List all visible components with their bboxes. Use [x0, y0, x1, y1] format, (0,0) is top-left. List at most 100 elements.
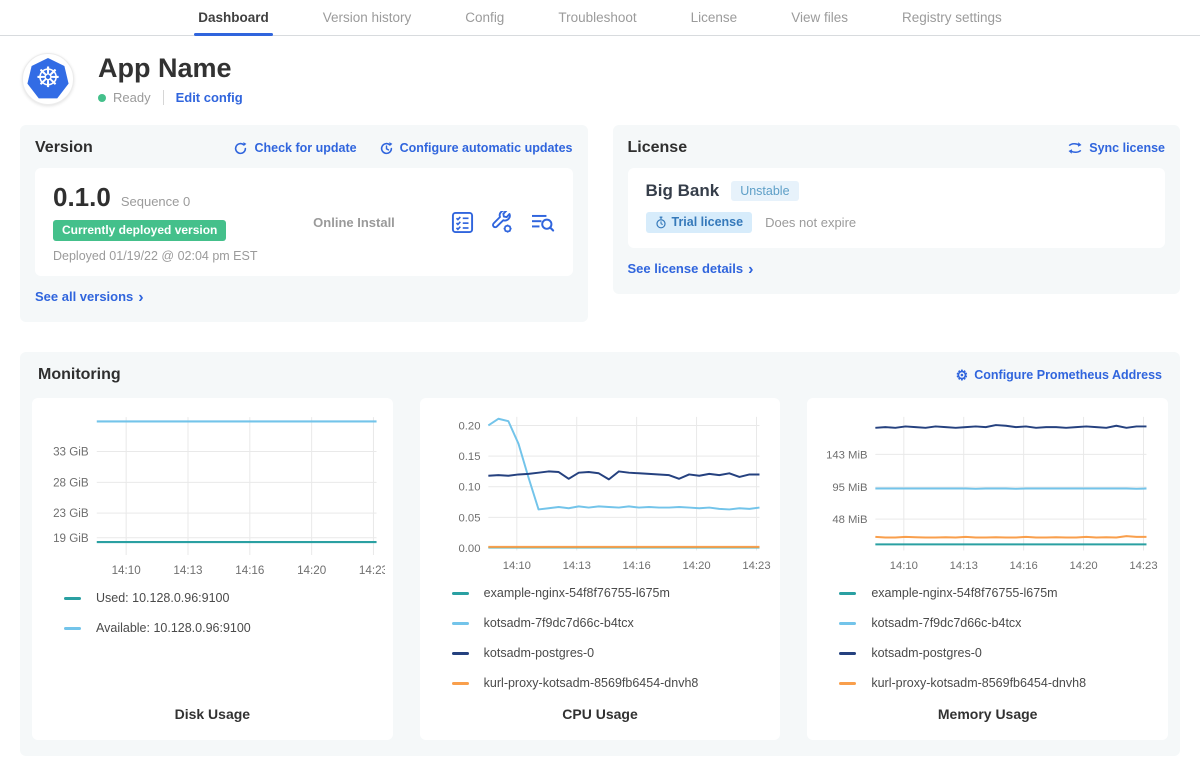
current-version-card: 0.1.0 Sequence 0 Currently deployed vers…: [35, 168, 573, 276]
tab-license[interactable]: License: [687, 0, 742, 35]
version-section: Version Check for update Configure au: [20, 125, 588, 322]
legend-color-dash: [839, 652, 856, 655]
configure-prometheus-link[interactable]: ⚙ Configure Prometheus Address: [956, 368, 1162, 382]
sync-license-link[interactable]: Sync license: [1067, 141, 1165, 155]
legend-item: Available: 10.128.0.96:9100: [64, 621, 385, 635]
svg-text:14:23: 14:23: [742, 560, 770, 572]
tab-troubleshoot[interactable]: Troubleshoot: [554, 0, 640, 35]
memory-legend: example-nginx-54f8f76755-l675m kotsadm-7f…: [815, 586, 1160, 706]
chart-card-cpu: 0.200.150.100.050.0014:1014:1314:1614:20…: [420, 398, 781, 740]
svg-text:19 GiB: 19 GiB: [53, 532, 89, 545]
top-nav: Dashboard Version history Config Troublesho…: [0, 0, 1200, 36]
deployed-badge: Currently deployed version: [53, 220, 226, 241]
configure-prometheus-label: Configure Prometheus Address: [974, 368, 1162, 382]
legend-color-dash: [452, 592, 469, 595]
app-logo: ☸: [22, 53, 74, 105]
deployed-timestamp: Deployed 01/19/22 @ 02:04 pm EST: [53, 249, 257, 263]
legend-item: example-nginx-54f8f76755-l675m: [452, 586, 773, 600]
deploy-logs-icon[interactable]: [530, 212, 555, 233]
svg-text:0.10: 0.10: [458, 482, 480, 494]
legend-color-dash: [839, 682, 856, 685]
cards-row: Version Check for update Configure au: [0, 125, 1200, 322]
stopwatch-icon: [655, 216, 667, 229]
trial-license-label: Trial license: [672, 215, 744, 229]
svg-text:14:13: 14:13: [173, 564, 202, 577]
chart-title: Memory Usage: [815, 706, 1160, 726]
legend-item: Used: 10.128.0.96:9100: [64, 591, 385, 605]
svg-text:14:10: 14:10: [890, 560, 918, 572]
legend-item: kotsadm-postgres-0: [839, 646, 1160, 660]
chart-card-memory: 143 MiB95 MiB48 MiB14:1014:1314:1614:201…: [807, 398, 1168, 740]
legend-color-dash: [64, 597, 81, 600]
tab-config[interactable]: Config: [461, 0, 508, 35]
svg-text:14:10: 14:10: [112, 564, 142, 577]
legend-label: example-nginx-54f8f76755-l675m: [871, 586, 1057, 600]
legend-color-dash: [452, 682, 469, 685]
chart-title: Disk Usage: [40, 706, 385, 726]
clock-refresh-icon: [379, 141, 394, 156]
svg-text:143 MiB: 143 MiB: [826, 449, 867, 461]
license-expiry: Does not expire: [765, 215, 856, 230]
svg-text:0.20: 0.20: [458, 420, 480, 432]
svg-text:14:16: 14:16: [622, 560, 650, 572]
tab-dashboard[interactable]: Dashboard: [194, 0, 273, 35]
divider: [163, 90, 164, 105]
svg-text:14:20: 14:20: [297, 564, 327, 577]
app-title: App Name: [98, 53, 243, 84]
config-wrench-icon[interactable]: [490, 211, 514, 235]
svg-text:28 GiB: 28 GiB: [53, 476, 89, 489]
svg-text:0.05: 0.05: [458, 512, 480, 524]
legend-label: example-nginx-54f8f76755-l675m: [484, 586, 670, 600]
configure-automatic-updates-link[interactable]: Configure automatic updates: [379, 141, 573, 156]
trial-license-badge: Trial license: [646, 212, 753, 233]
legend-label: Used: 10.128.0.96:9100: [96, 591, 229, 605]
edit-config-link[interactable]: Edit config: [176, 90, 243, 105]
chart-card-disk: 33 GiB28 GiB23 GiB19 GiB14:1014:1314:161…: [32, 398, 393, 740]
svg-text:14:16: 14:16: [1010, 560, 1038, 572]
check-for-update-link[interactable]: Check for update: [233, 141, 356, 156]
tab-registry-settings[interactable]: Registry settings: [898, 0, 1006, 35]
customer-name: Big Bank: [646, 181, 720, 201]
svg-text:23 GiB: 23 GiB: [53, 507, 89, 520]
version-heading: Version: [35, 139, 93, 157]
legend-label: kotsadm-7f9dc7d66c-b4tcx: [871, 616, 1021, 630]
legend-label: Available: 10.128.0.96:9100: [96, 621, 251, 635]
legend-color-dash: [64, 627, 81, 630]
monitoring-section: Monitoring ⚙ Configure Prometheus Addres…: [20, 352, 1180, 756]
refresh-icon: [233, 141, 248, 156]
kubernetes-wheel-icon: ☸: [35, 64, 60, 92]
version-sequence: Sequence 0: [121, 194, 190, 209]
see-license-details-link[interactable]: See license details: [628, 261, 754, 276]
license-card: Big Bank Unstable Trial license Does not…: [628, 168, 1166, 248]
tab-view-files[interactable]: View files: [787, 0, 852, 35]
legend-item: kotsadm-7f9dc7d66c-b4tcx: [452, 616, 773, 630]
svg-text:14:13: 14:13: [562, 560, 590, 572]
legend-item: kurl-proxy-kotsadm-8569fb6454-dnvh8: [452, 676, 773, 690]
svg-text:0.00: 0.00: [458, 543, 480, 555]
svg-text:14:20: 14:20: [682, 560, 710, 572]
legend-color-dash: [452, 622, 469, 625]
legend-color-dash: [839, 622, 856, 625]
svg-text:14:23: 14:23: [359, 564, 385, 577]
channel-badge: Unstable: [731, 181, 798, 201]
tab-version-history[interactable]: Version history: [319, 0, 416, 35]
gear-icon: ⚙: [956, 368, 969, 382]
disk-chart: 33 GiB28 GiB23 GiB19 GiB14:1014:1314:161…: [40, 411, 385, 583]
app-status: Ready: [113, 90, 151, 105]
status-dot-icon: [98, 94, 106, 102]
legend-label: kurl-proxy-kotsadm-8569fb6454-dnvh8: [871, 676, 1086, 690]
see-all-versions-link[interactable]: See all versions: [35, 289, 144, 304]
svg-text:14:13: 14:13: [950, 560, 978, 572]
svg-text:0.15: 0.15: [458, 451, 480, 463]
app-header: ☸ App Name Ready Edit config: [0, 36, 1200, 115]
legend-item: kurl-proxy-kotsadm-8569fb6454-dnvh8: [839, 676, 1160, 690]
check-for-update-label: Check for update: [254, 141, 356, 155]
monitoring-heading: Monitoring: [38, 366, 121, 384]
license-heading: License: [628, 139, 688, 157]
preflight-checklist-icon[interactable]: [451, 211, 474, 234]
legend-color-dash: [839, 592, 856, 595]
legend-item: kotsadm-7f9dc7d66c-b4tcx: [839, 616, 1160, 630]
cpu-chart: 0.200.150.100.050.0014:1014:1314:1614:20…: [428, 411, 773, 578]
legend-label: kotsadm-7f9dc7d66c-b4tcx: [484, 616, 634, 630]
legend-label: kotsadm-postgres-0: [484, 646, 594, 660]
